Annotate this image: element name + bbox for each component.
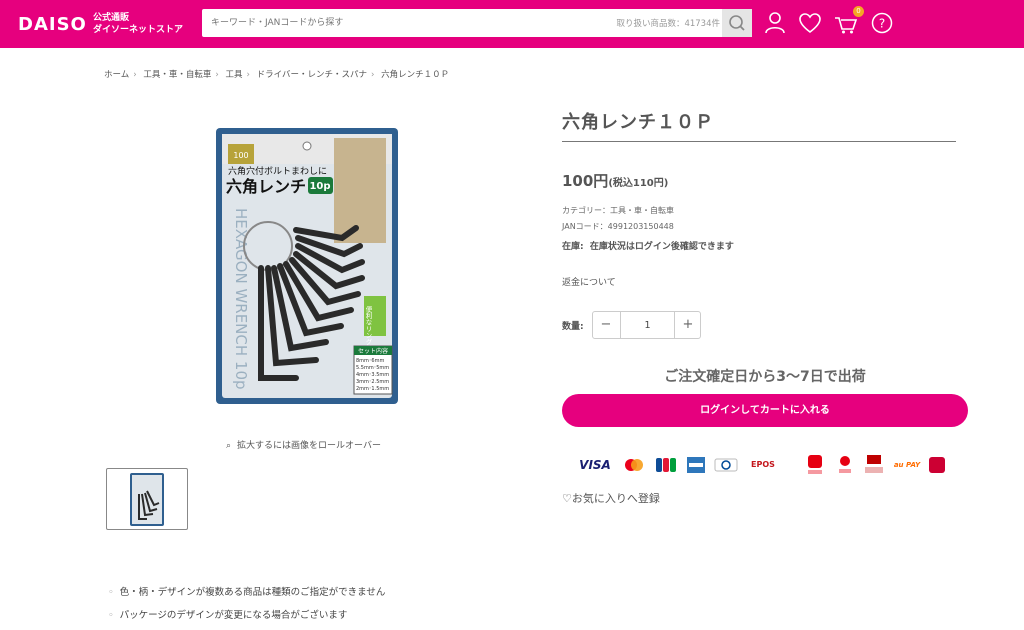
product-thumbnail[interactable] (106, 468, 188, 530)
login-add-to-cart-button[interactable]: ログインしてカートに入れる (562, 394, 968, 427)
d-pay-logo (836, 454, 854, 476)
package-set-line: 4mm･3.5mm (356, 372, 389, 378)
product-notes: ◦ 色・柄・デザインが複数ある商品は種類のご指定ができません ◦ パッケージのデザイ… (108, 584, 385, 630)
user-icon (765, 12, 785, 34)
heart-icon (799, 13, 821, 34)
thumbnail-image (130, 473, 164, 526)
package-badge-text: 100 (233, 151, 248, 160)
breadcrumb-category[interactable]: 工具・車・自転車 (143, 70, 211, 80)
epos-logo: EPOS (751, 460, 775, 469)
product-title: 六角レンチ１０Ｐ (562, 112, 714, 133)
product-main-image[interactable]: 100 六角穴付ボルトまわしに 六角レンチ 10p HEXAGON WRENCH… (216, 128, 398, 404)
cart-badge: 0 (853, 6, 864, 17)
shipping-estimate: ご注文確定日から3〜7日で出荷 (664, 369, 866, 385)
package-set-line: 3mm･2.5mm (356, 379, 389, 385)
add-to-favorites-link[interactable]: ♡お気に入りへ登録 (562, 490, 660, 506)
favorites-label: お気に入りへ登録 (571, 492, 660, 505)
search-input[interactable] (202, 9, 602, 37)
product-count: 取り扱い商品数：41734件 (616, 19, 720, 29)
magnifier-icon: ⌕ (226, 441, 232, 451)
account-button[interactable] (762, 10, 788, 36)
package-set-title: セット内容 (358, 347, 388, 355)
note-text: 色・柄・デザインが複数ある商品は種類のご指定ができません (119, 587, 386, 598)
logo-subtitle-line2: ダイソーネットストア (93, 25, 184, 35)
rakuten-pay-logo (864, 454, 884, 476)
quantity-stepper: − + (592, 311, 701, 339)
cart-button[interactable]: 0 (833, 6, 864, 36)
amex-logo (686, 454, 706, 476)
package-count: 10p (309, 181, 330, 192)
price-tax: (税込110円) (608, 178, 669, 189)
quantity-decrease-button[interactable]: − (593, 312, 619, 338)
product-package-illustration: 100 六角穴付ボルトまわしに 六角レンチ 10p HEXAGON WRENCH… (216, 128, 398, 404)
breadcrumb-subcategory[interactable]: ドライバー・レンチ・スパナ (257, 70, 367, 80)
breadcrumb-current: 六角レンチ１０Ｐ (381, 70, 450, 80)
product-price: 100円(税込110円) (562, 170, 668, 191)
package-product-name: 六角レンチ (226, 177, 306, 196)
logo-subtitle-line1: 公式通販 (93, 13, 130, 23)
zoom-hint-text: 拡大するには画像をロールオーバー (237, 441, 381, 451)
payment-methods: VISA EPOS au PAY (578, 454, 948, 476)
package-set-line: 2mm･1.5mm (356, 386, 389, 392)
search-icon (729, 15, 745, 31)
quantity-label: 数量: (562, 322, 584, 332)
note-item: ◦ 色・柄・デザインが複数ある商品は種類のご指定ができません (108, 587, 386, 598)
d-barai-logo (928, 454, 946, 476)
note-item: ◦ パッケージのデザインが変更になる場合がございます (108, 610, 348, 621)
jcb-logo (655, 454, 677, 476)
au-pay-logo: au PAY (893, 461, 921, 469)
search-bar: 取り扱い商品数：41734件 (202, 9, 752, 37)
visa-logo: VISA (579, 458, 611, 472)
heart-outline-icon: ♡ (562, 492, 572, 505)
breadcrumb: ホーム › 工具・車・自転車 › 工具 › ドライバー・レンチ・スパナ › 六角レンチ１… (104, 70, 450, 80)
package-set-line: 5.5mm･5mm (356, 365, 389, 371)
breadcrumb-tools[interactable]: 工具 (225, 70, 242, 80)
svg-text:?: ? (879, 17, 885, 31)
package-headline: 六角穴付ボルトまわしに (228, 165, 327, 177)
help-button[interactable]: ? (869, 10, 895, 36)
mastercard-logo (622, 454, 646, 476)
package-set-line: 8mm･6mm (356, 358, 384, 364)
logo-subtitle: 公式通販 ダイソーネットストア (93, 12, 183, 36)
stock-label: 在庫: (562, 242, 584, 252)
quantity-increase-button[interactable]: + (675, 312, 701, 338)
search-button[interactable] (722, 9, 752, 37)
diners-logo (714, 454, 738, 476)
site-header: DAISO 公式通販 ダイソーネットストア 取り扱い商品数：41734件 (0, 0, 1024, 48)
product-jan: JANコード：4991203150448 (562, 222, 674, 231)
zoom-hint: ⌕ 拡大するには画像をロールオーバー (226, 438, 381, 451)
stock-value: 在庫状況はログイン後確認できます (589, 242, 734, 252)
paypay-logo (806, 454, 824, 476)
product-category: カテゴリー：工具・車・自転車 (562, 206, 674, 215)
title-divider (562, 141, 956, 142)
daiso-logo[interactable]: DAISO (18, 14, 87, 35)
breadcrumb-home[interactable]: ホーム (104, 70, 129, 80)
stock-status: 在庫: 在庫状況はログイン後確認できます (562, 239, 734, 252)
refund-link[interactable]: 返金について (562, 275, 616, 288)
help-icon: ? (871, 12, 893, 34)
price-value: 100円 (562, 172, 609, 190)
note-text: パッケージのデザインが変更になる場合がございます (119, 610, 348, 621)
quantity-input[interactable] (620, 312, 675, 338)
favorites-button[interactable] (797, 10, 823, 36)
